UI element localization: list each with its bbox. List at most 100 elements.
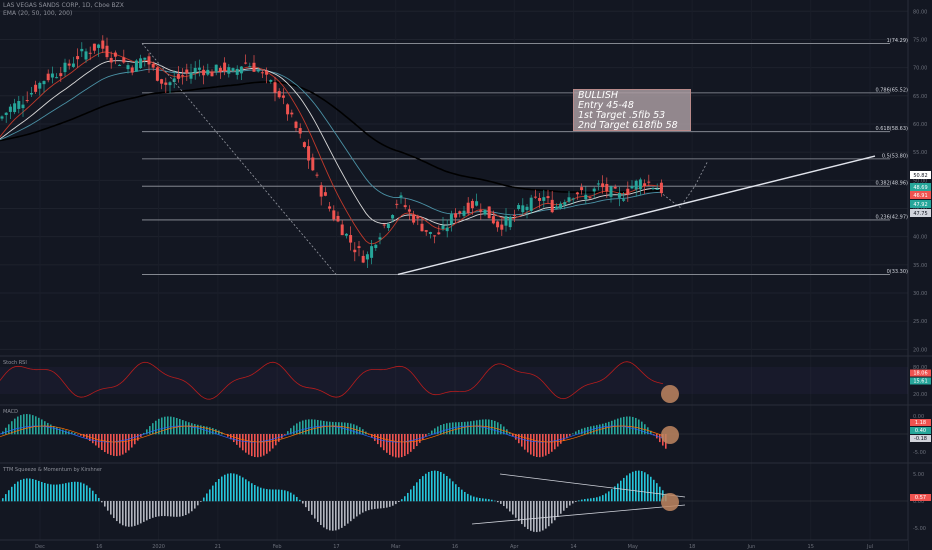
- candle-body: [617, 193, 621, 198]
- histogram-bar: [395, 501, 397, 505]
- time-axis[interactable]: Dec 16 2020 21 Feb 17 Mar 16 Apr 14 May 18 Jun 15 Jul: [0, 539, 908, 550]
- histogram-bar: [413, 485, 415, 502]
- candle-body: [181, 75, 185, 77]
- histogram-bar: [23, 478, 25, 502]
- histogram-bar: [551, 501, 553, 524]
- candle-body: [210, 72, 214, 77]
- histogram-bar: [119, 434, 121, 456]
- histogram-bar: [548, 434, 550, 454]
- histogram-bar: [350, 501, 352, 522]
- pane-y-tick-label: 20.00: [913, 392, 927, 398]
- histogram-bar: [350, 423, 352, 435]
- bullish-note[interactable]: BULLISH Entry 45-48 1st Target .5fib 53 …: [573, 89, 691, 131]
- candle-body: [80, 48, 84, 52]
- candle-body: [357, 246, 361, 249]
- pane-title: MACD: [3, 409, 18, 415]
- candle-body: [412, 214, 416, 223]
- histogram-bar: [107, 501, 109, 511]
- histogram-bar: [383, 501, 385, 509]
- histogram-bar: [269, 489, 271, 502]
- y-tick-label: 65.00: [913, 94, 927, 100]
- x-tick-label: 14: [570, 544, 576, 550]
- candle-body: [613, 186, 617, 189]
- histogram-bar: [65, 483, 67, 502]
- histogram-bar: [14, 483, 16, 502]
- histogram-bar: [347, 422, 349, 435]
- histogram-bar: [62, 429, 64, 435]
- histogram-bar: [383, 434, 385, 451]
- candle-body: [302, 142, 306, 147]
- candle-body: [332, 210, 336, 220]
- histogram-bar: [578, 500, 580, 502]
- candle-body: [626, 188, 630, 195]
- candle-body: [508, 216, 512, 228]
- histogram-bar: [644, 472, 646, 502]
- candle-body: [256, 70, 260, 72]
- candle-body: [559, 203, 563, 209]
- histogram-bar: [479, 498, 481, 502]
- candle-body: [139, 58, 143, 69]
- histogram-bar: [152, 423, 154, 435]
- histogram-bar: [152, 501, 154, 518]
- histogram-bar: [188, 422, 190, 435]
- candle-body: [168, 82, 172, 86]
- histogram-bar: [485, 498, 487, 502]
- histogram-bar: [50, 484, 52, 502]
- histogram-bar: [356, 501, 358, 517]
- histogram-bar: [407, 434, 409, 455]
- histogram-bar: [404, 496, 406, 502]
- histogram-bar: [449, 478, 451, 502]
- candle-body: [433, 235, 437, 237]
- candle-body: [500, 224, 504, 230]
- x-tick-label: Mar: [391, 544, 401, 550]
- histogram-bar: [605, 422, 607, 435]
- x-tick-label: Jun: [747, 544, 756, 550]
- histogram-bar: [263, 488, 265, 502]
- x-tick-label: 16: [452, 544, 458, 550]
- histogram-bar: [275, 434, 277, 446]
- histogram-bar: [56, 484, 58, 502]
- pane-badge-label: 0.40: [915, 428, 926, 434]
- histogram-bar: [524, 434, 526, 450]
- histogram-bar: [551, 434, 553, 452]
- candle-body: [353, 249, 357, 253]
- histogram-bar: [194, 424, 196, 435]
- histogram-bar: [386, 434, 388, 453]
- fibonacci-retracement[interactable]: 1(74.29) 0.786(65.52) 0.618(58.63) 0.5(53.8…: [142, 38, 908, 275]
- candle-body: [155, 67, 159, 81]
- histogram-bar: [512, 434, 514, 437]
- fib-level-label: 0.236(42.97): [875, 214, 908, 220]
- histogram-bar: [557, 501, 559, 518]
- histogram-bar: [59, 484, 61, 502]
- histogram-bar: [323, 501, 325, 528]
- candle-body: [248, 66, 252, 68]
- histogram-bar: [473, 496, 475, 502]
- histogram-bar: [521, 434, 523, 447]
- histogram-bar: [503, 501, 505, 507]
- projected-path: [662, 160, 709, 208]
- candle-body: [462, 210, 466, 216]
- histogram-bar: [242, 477, 244, 502]
- candle-body: [67, 63, 71, 66]
- candle-body: [378, 237, 382, 240]
- histogram-bar: [428, 471, 430, 502]
- candle-body: [496, 221, 500, 228]
- histogram-bar: [626, 416, 628, 435]
- candle-body: [479, 210, 483, 212]
- histogram-bar: [221, 476, 223, 502]
- chart-canvas[interactable]: 1(74.29) 0.786(65.52) 0.618(58.63) 0.5(53.8…: [0, 0, 932, 550]
- histogram-bar: [53, 484, 55, 502]
- candle-body: [298, 128, 302, 134]
- price-axis[interactable]: 80.0075.0070.0065.0060.0055.0050.0045.00…: [907, 0, 932, 550]
- histogram-bar: [305, 501, 307, 508]
- histogram-bar: [470, 495, 472, 502]
- histogram-bar: [527, 501, 529, 530]
- histogram-bar: [47, 422, 49, 435]
- histogram-bar: [566, 501, 568, 508]
- histogram-bar: [473, 420, 475, 435]
- histogram-bar: [182, 420, 184, 435]
- candle-body: [29, 93, 33, 95]
- candle-body: [92, 43, 96, 51]
- histogram-bar: [530, 501, 532, 531]
- candle-body: [4, 112, 8, 116]
